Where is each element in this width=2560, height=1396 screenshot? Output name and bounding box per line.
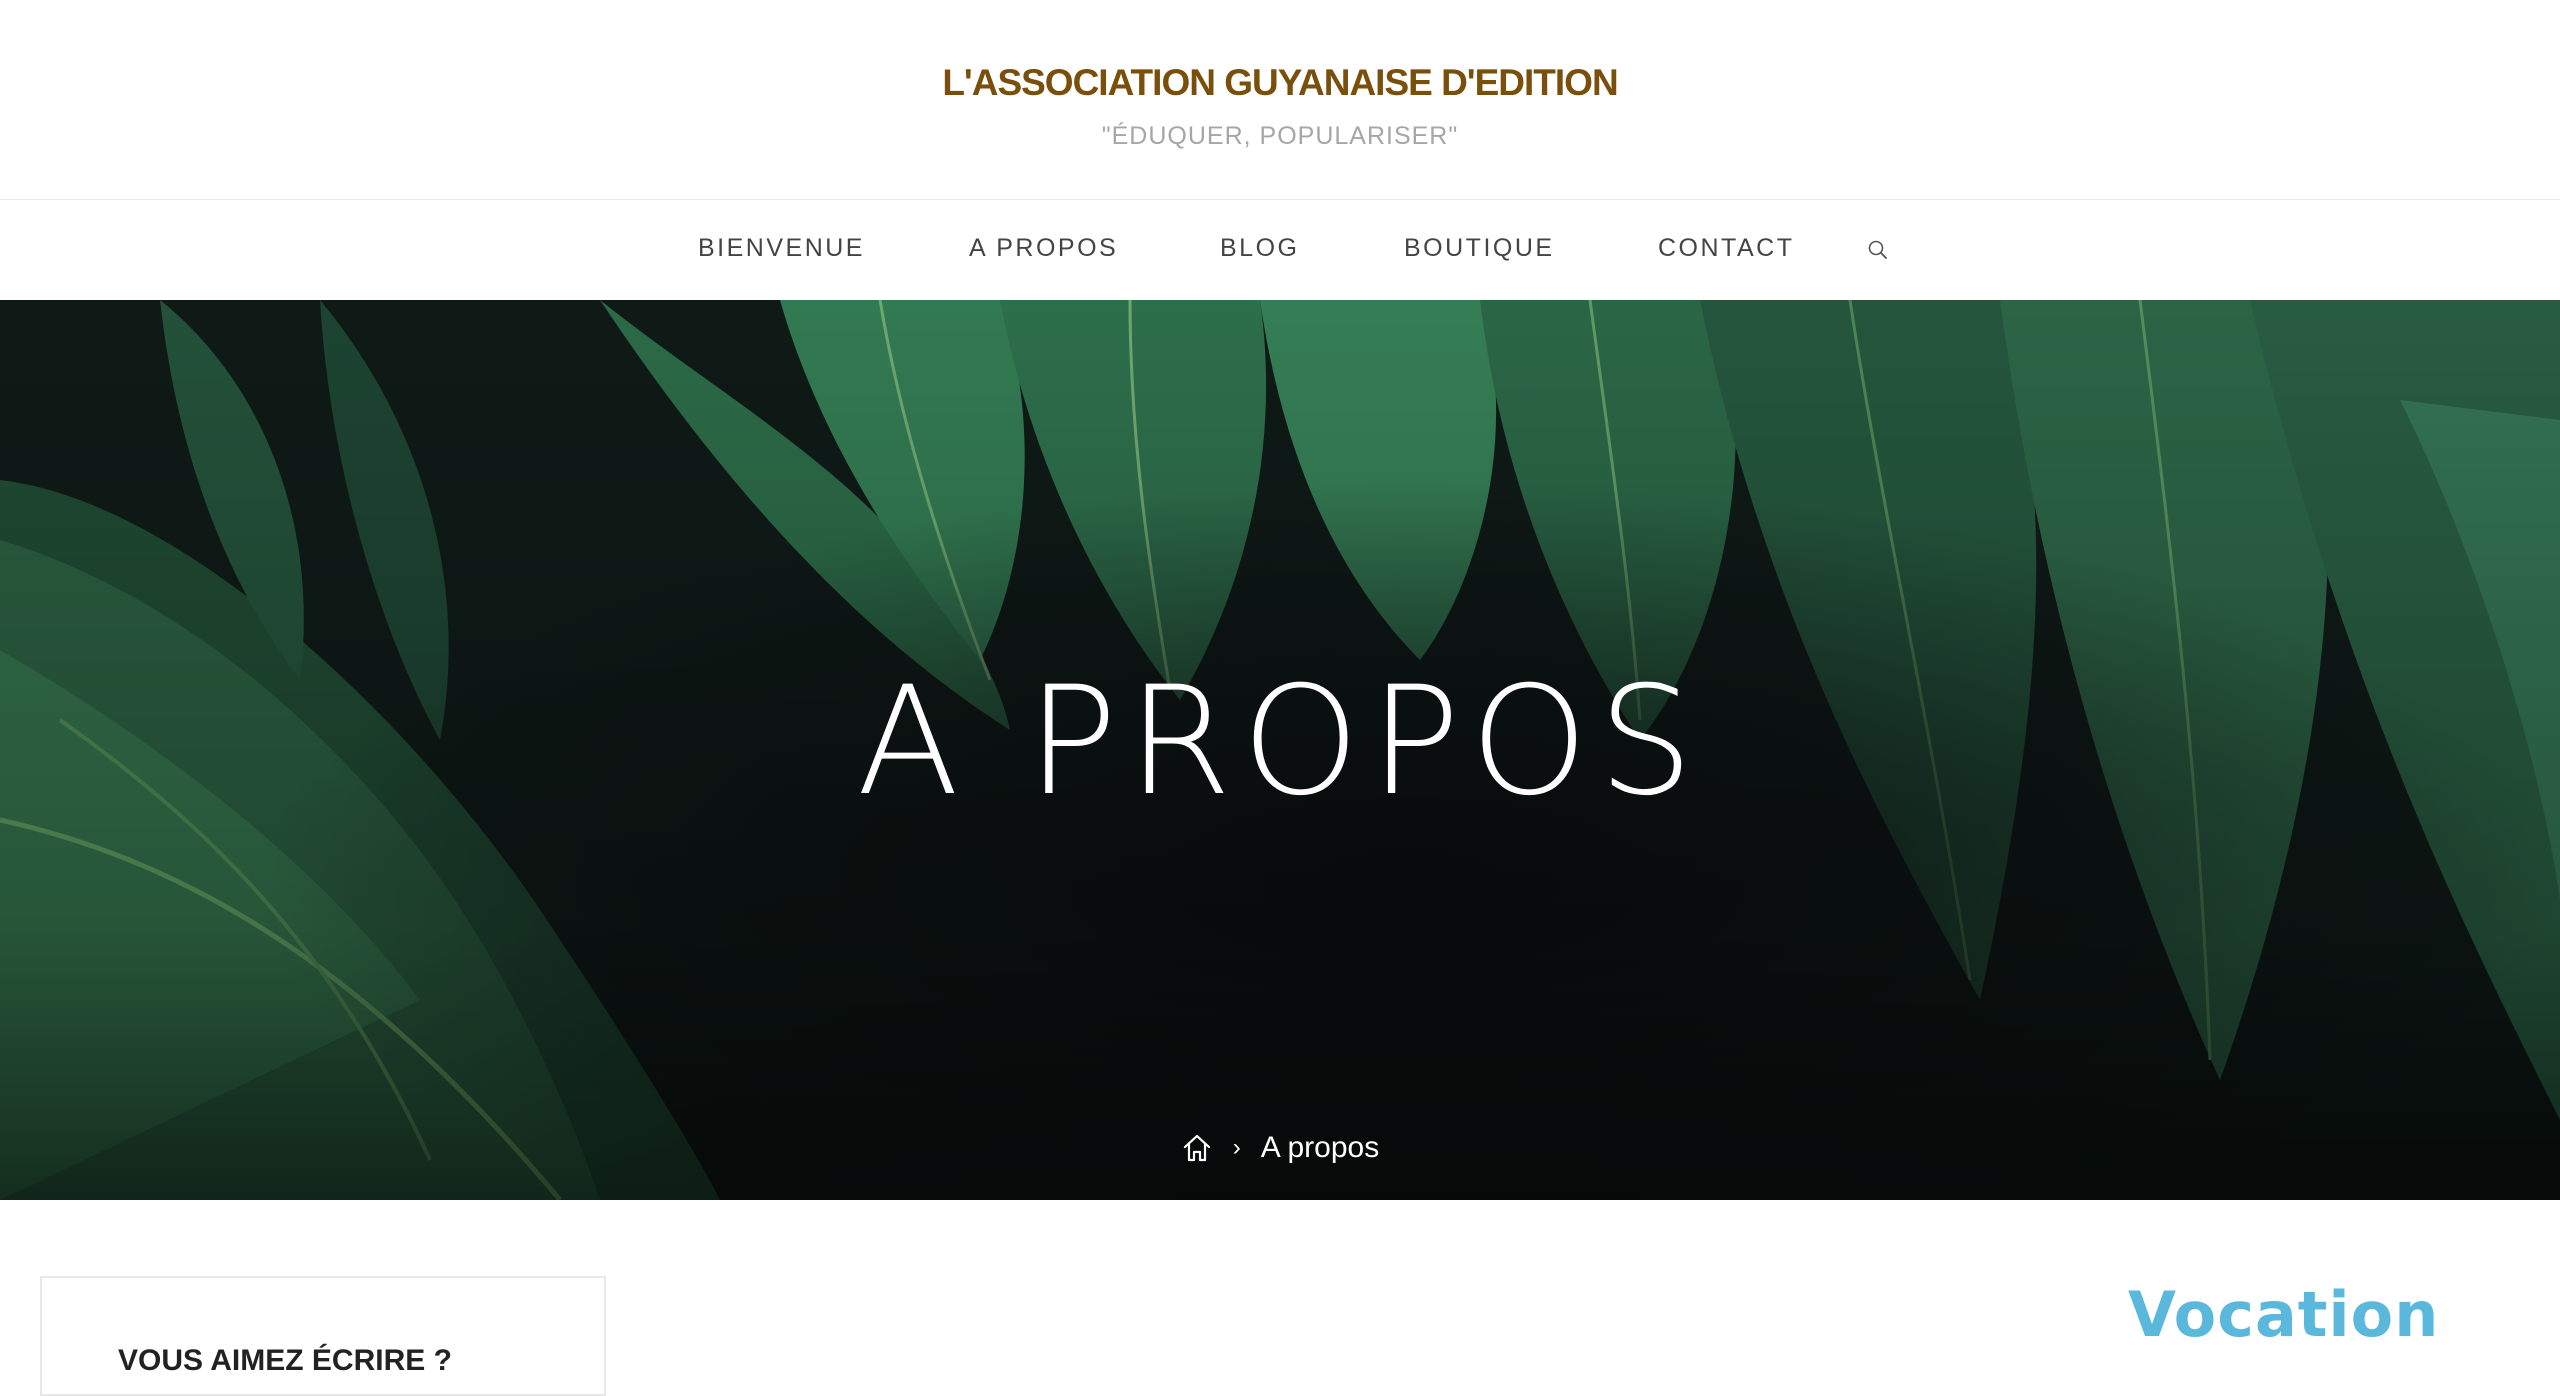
nav-item-a-propos[interactable]: A PROPOS [969, 234, 1118, 263]
nav-item-bienvenue[interactable]: BIENVENUE [698, 234, 865, 263]
site-title[interactable]: L'ASSOCIATION GUYANAISE D'EDITION [0, 62, 2560, 104]
content-heading: Vocation [2128, 1278, 2440, 1351]
sidebar-widget: VOUS AIMEZ ÉCRIRE ? [40, 1276, 606, 1396]
nav-item-boutique[interactable]: BOUTIQUE [1404, 234, 1555, 263]
search-icon[interactable] [1866, 238, 1890, 262]
sidebar-widget-title: VOUS AIMEZ ÉCRIRE ? [118, 1344, 452, 1377]
home-icon[interactable] [1181, 1132, 1213, 1164]
breadcrumb-current: A propos [1260, 1131, 1380, 1164]
breadcrumb-separator: › [1232, 1134, 1241, 1161]
nav-item-contact[interactable]: CONTACT [1658, 234, 1794, 263]
main-nav: BIENVENUE A PROPOS BLOG BOUTIQUE CONTACT [0, 200, 2560, 300]
breadcrumb: › A propos [0, 1128, 2560, 1168]
page-title: A PROPOS [856, 655, 1704, 829]
page-hero: A PROPOS › A propos [0, 300, 2560, 1200]
site-header: L'ASSOCIATION GUYANAISE D'EDITION "ÉDUQU… [0, 0, 2560, 200]
site-tagline: "ÉDUQUER, POPULARISER" [1101, 122, 1459, 150]
nav-item-blog[interactable]: BLOG [1220, 234, 1299, 263]
